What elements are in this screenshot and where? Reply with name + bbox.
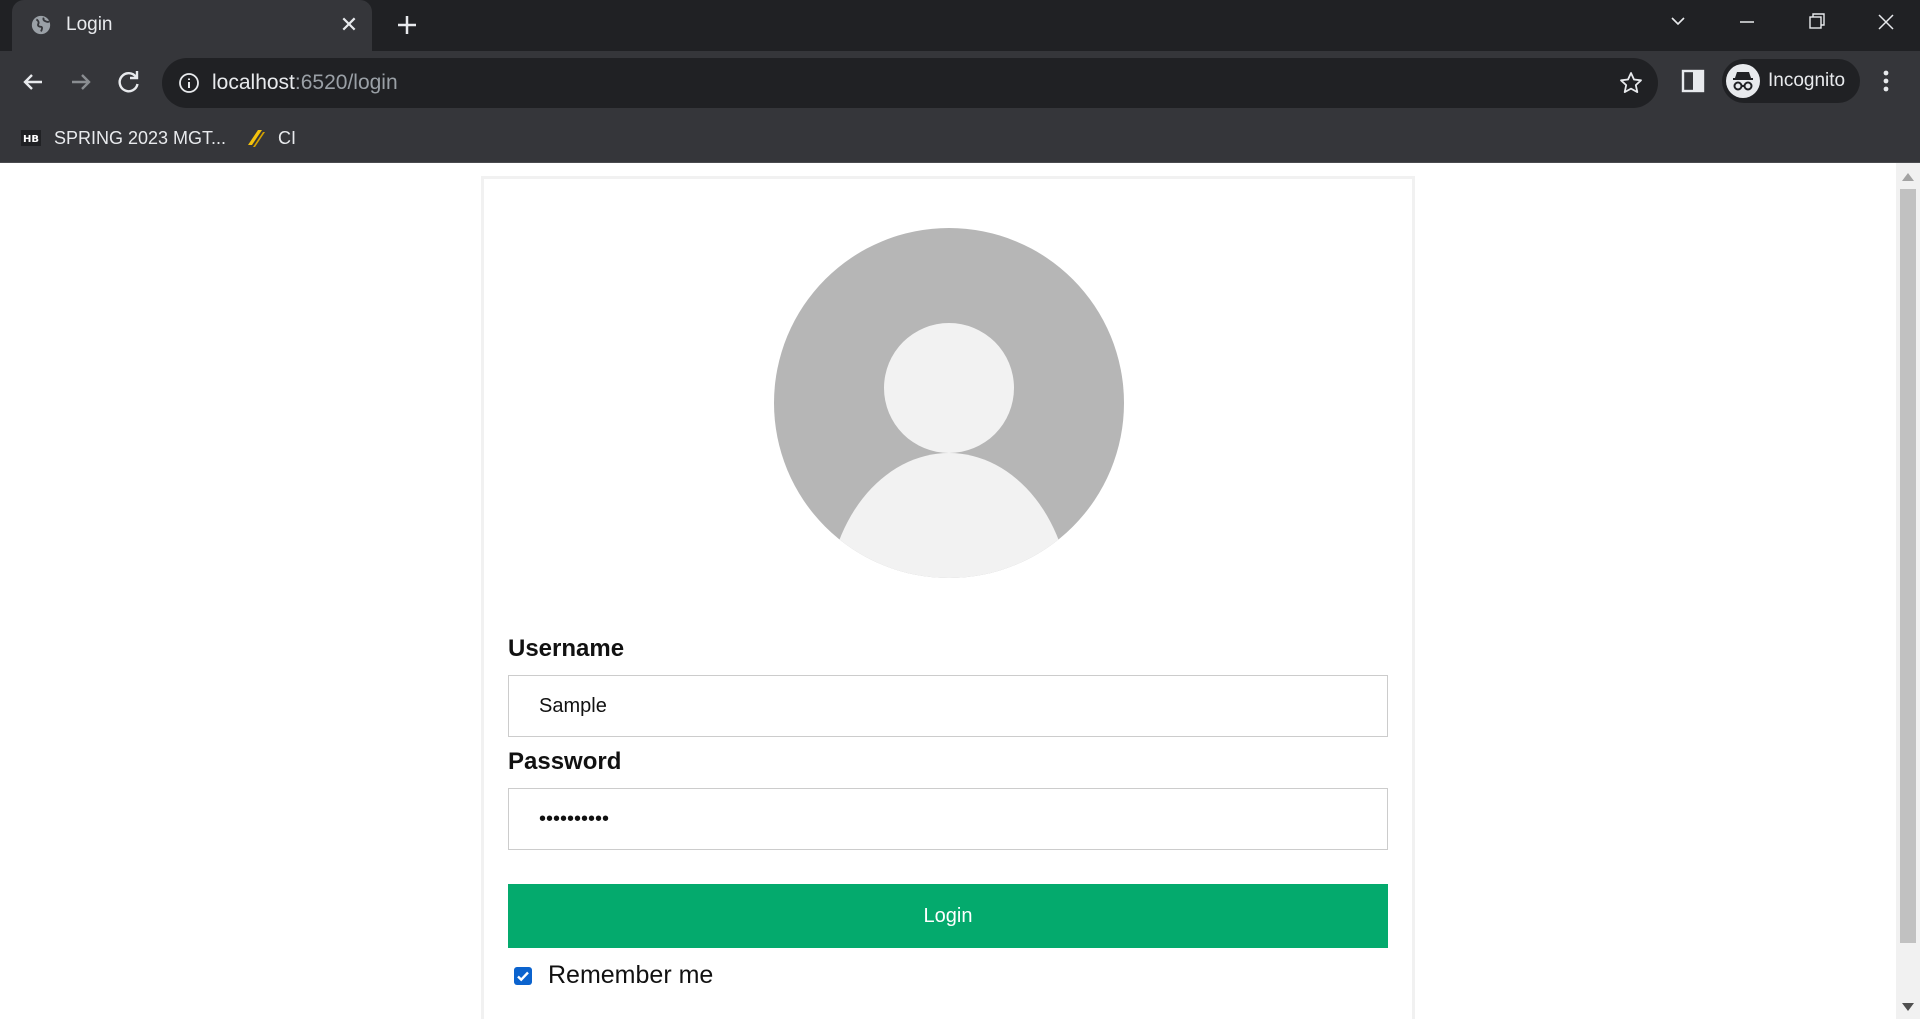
scroll-up-arrow-icon[interactable]: [1902, 173, 1914, 181]
close-window-icon[interactable]: [1868, 8, 1904, 36]
tab-search-icon[interactable]: [1660, 8, 1696, 36]
minimize-icon[interactable]: [1729, 8, 1765, 36]
close-tab-icon[interactable]: ✕: [336, 12, 362, 38]
toolbar: localhost:6520/login Incognito: [0, 51, 1920, 113]
remember-me-label[interactable]: Remember me: [548, 961, 713, 990]
remember-me-checkbox[interactable]: [514, 966, 532, 985]
incognito-icon: [1726, 64, 1760, 98]
new-tab-icon[interactable]: [392, 10, 422, 40]
checkmark-icon: [517, 971, 529, 981]
bookmark-item[interactable]: CI: [244, 123, 296, 153]
restore-icon[interactable]: [1798, 8, 1834, 36]
site-info-icon[interactable]: [178, 72, 200, 94]
scroll-down-arrow-icon[interactable]: [1902, 1003, 1914, 1011]
address-bar[interactable]: localhost:6520/login: [162, 58, 1658, 108]
login-button[interactable]: Login: [508, 884, 1388, 948]
back-arrow-icon[interactable]: [16, 65, 50, 99]
kebab-menu-icon[interactable]: [1876, 65, 1896, 97]
username-label: Username: [508, 635, 625, 662]
browser-chrome: Login ✕ localhost:6520/login Incognito H…: [0, 0, 1920, 163]
tab-title: Login: [66, 14, 113, 35]
hb-icon: HB: [21, 130, 41, 146]
bookmarks-bar: HB SPRING 2023 MGT... CI: [0, 113, 1920, 163]
bookmark-item[interactable]: HB SPRING 2023 MGT...: [20, 123, 226, 153]
scroll-thumb[interactable]: [1900, 189, 1916, 943]
password-label: Password: [508, 748, 622, 775]
user-avatar-icon: [774, 228, 1124, 578]
password-input[interactable]: [508, 788, 1388, 850]
page-scrollbar[interactable]: [1896, 163, 1920, 1019]
login-card: Username Password Login Remember me: [481, 176, 1415, 1019]
username-input[interactable]: [508, 675, 1388, 737]
reload-icon[interactable]: [112, 65, 146, 99]
svg-text:HB: HB: [23, 134, 39, 145]
url-text[interactable]: localhost:6520/login: [212, 71, 398, 95]
url-path: :6520/login: [294, 71, 398, 94]
side-panel-icon[interactable]: [1678, 66, 1708, 96]
bookmark-label: SPRING 2023 MGT...: [54, 127, 227, 148]
page-viewport: Username Password Login Remember me: [0, 163, 1900, 1019]
incognito-profile-button[interactable]: Incognito: [1722, 59, 1860, 103]
incognito-label: Incognito: [1768, 70, 1846, 91]
bookmark-label: CI: [278, 127, 296, 148]
forward-arrow-icon[interactable]: [64, 65, 98, 99]
url-host: localhost: [212, 71, 295, 94]
browser-tab[interactable]: Login ✕: [12, 0, 372, 51]
bookmark-star-icon[interactable]: [1618, 70, 1644, 96]
globe-icon: [31, 15, 51, 35]
ci-icon: [248, 130, 265, 147]
remember-me-row: Remember me: [514, 961, 713, 990]
